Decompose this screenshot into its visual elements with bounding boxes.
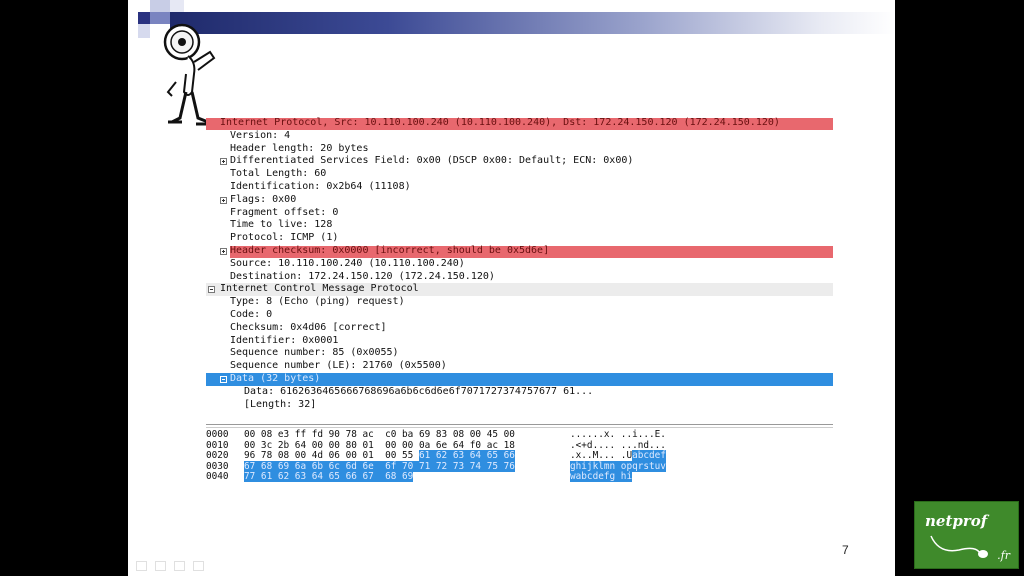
detail-row[interactable]: Checksum: 0x4d06 [correct] <box>206 322 833 335</box>
detail-text: Time to live: 128 <box>230 219 333 231</box>
detail-row[interactable]: Differentiated Services Field: 0x00 (DSC… <box>206 155 833 168</box>
detail-row[interactable]: Flags: 0x00 <box>206 194 833 207</box>
next-slide-icon[interactable] <box>193 561 204 571</box>
netprof-logo: netprof .fr <box>914 501 1019 569</box>
hex-row[interactable]: 0040 77 61 62 63 64 65 66 67 68 69 wabcdef… <box>206 471 833 483</box>
detail-row[interactable]: Sequence number (LE): 21760 (0x5500) <box>206 360 833 373</box>
pane-divider[interactable] <box>206 424 833 428</box>
page-number: 7 <box>842 543 849 557</box>
detail-row[interactable]: Fragment offset: 0 <box>206 207 833 220</box>
detail-row[interactable]: Code: 0 <box>206 309 833 322</box>
detail-row[interactable]: Protocol: ICMP (1) <box>206 232 833 245</box>
detail-row[interactable]: [Length: 32] <box>206 399 833 412</box>
detail-text: Protocol: ICMP (1) <box>230 232 339 244</box>
pen-icon[interactable] <box>155 561 166 571</box>
detail-text: Type: 8 (Echo (ping) request) <box>230 296 405 308</box>
detail-row[interactable]: Identifier: 0x0001 <box>206 335 833 348</box>
logo-name: netprof <box>925 512 988 530</box>
expand-icon[interactable] <box>220 247 227 255</box>
collapse-icon[interactable] <box>208 286 215 294</box>
detail-text: Data (32 bytes) <box>230 372 321 384</box>
detail-text: Total Length: 60 <box>230 168 327 180</box>
detail-row[interactable]: Type: 8 (Echo (ping) request) <box>206 296 833 309</box>
detail-text: Header length: 20 bytes <box>230 142 369 154</box>
detail-row[interactable]: Total Length: 60 <box>206 168 833 181</box>
expand-icon[interactable] <box>220 196 227 204</box>
detail-text: Differentiated Services Field: 0x00 (DSC… <box>230 155 634 167</box>
slide: Internet Protocol, Src: 10.110.100.240 (… <box>128 0 895 576</box>
detail-row[interactable]: Internet Protocol, Src: 10.110.100.240 (… <box>206 117 833 130</box>
detail-row[interactable]: Data: 6162636465666768696a6b6c6d6e6f7071… <box>206 386 833 399</box>
collapse-icon[interactable] <box>220 375 227 383</box>
slide-nav-controls[interactable] <box>136 556 216 571</box>
detail-text: Identification: 0x2b64 (11108) <box>230 180 411 192</box>
packet-details-pane: Internet Protocol, Src: 10.110.100.240 (… <box>206 117 833 411</box>
hex-offset: 0040 <box>206 471 229 483</box>
detail-text: Flags: 0x00 <box>230 193 297 205</box>
detail-text: Code: 0 <box>230 308 273 320</box>
mouse-cable-icon <box>930 535 988 558</box>
header-bar <box>170 12 895 34</box>
prev-slide-icon[interactable] <box>136 561 147 571</box>
detail-text: Sequence number (LE): 21760 (0x5500) <box>230 360 447 372</box>
detail-row[interactable]: Data (32 bytes) <box>206 372 833 386</box>
hex-bytes: 77 61 62 63 64 65 66 67 68 69 <box>244 471 414 483</box>
magnifier-mascot-icon <box>163 23 216 126</box>
detail-text: Data: 6162636465666768696a6b6c6d6e6f7071… <box>244 385 594 397</box>
detail-text: Header checksum: 0x0000 [incorrect, shou… <box>230 244 550 256</box>
hex-bytes: 00 08 e3 ff fd 90 78 ac c0 ba 69 83 08 0… <box>244 429 515 440</box>
detail-text: Internet Control Message Protocol <box>220 283 419 295</box>
detail-text: Identifier: 0x0001 <box>230 334 339 346</box>
expand-icon[interactable] <box>220 158 227 166</box>
detail-text: Source: 10.110.100.240 (10.110.100.240) <box>230 257 465 269</box>
hex-ascii: ......x. ..i...E. <box>570 429 666 440</box>
detail-row[interactable]: Internet Control Message Protocol <box>206 283 833 297</box>
detail-text: [Length: 32] <box>244 398 317 410</box>
hex-row[interactable]: 0000 00 08 e3 ff fd 90 78 ac c0 ba 69 83 … <box>206 429 833 441</box>
packet-bytes-pane: 0000 00 08 e3 ff fd 90 78 ac c0 ba 69 83 … <box>206 429 833 483</box>
hex-offset: 0000 <box>206 429 229 440</box>
logo-suffix: .fr <box>997 549 1010 562</box>
detail-text: Destination: 172.24.150.120 (172.24.150.… <box>230 270 495 282</box>
detail-row[interactable]: Destination: 172.24.150.120 (172.24.150.… <box>206 271 833 284</box>
detail-row[interactable]: Identification: 0x2b64 (11108) <box>206 181 833 194</box>
menu-icon[interactable] <box>174 561 185 571</box>
detail-text: Fragment offset: 0 <box>230 206 339 218</box>
detail-text: Checksum: 0x4d06 [correct] <box>230 321 387 333</box>
hex-ascii: wabcdefg hi <box>570 471 633 483</box>
detail-row[interactable]: Time to live: 128 <box>206 219 833 232</box>
detail-row[interactable]: Sequence number: 85 (0x0055) <box>206 347 833 360</box>
detail-row[interactable]: Source: 10.110.100.240 (10.110.100.240) <box>206 258 833 271</box>
detail-text: Version: 4 <box>230 129 291 141</box>
detail-row[interactable]: Header length: 20 bytes <box>206 143 833 156</box>
detail-text: Internet Protocol, Src: 10.110.100.240 (… <box>220 117 780 128</box>
detail-text: Sequence number: 85 (0x0055) <box>230 347 399 359</box>
detail-row[interactable]: Header checksum: 0x0000 [incorrect, shou… <box>206 245 833 258</box>
detail-row[interactable]: Version: 4 <box>206 130 833 143</box>
